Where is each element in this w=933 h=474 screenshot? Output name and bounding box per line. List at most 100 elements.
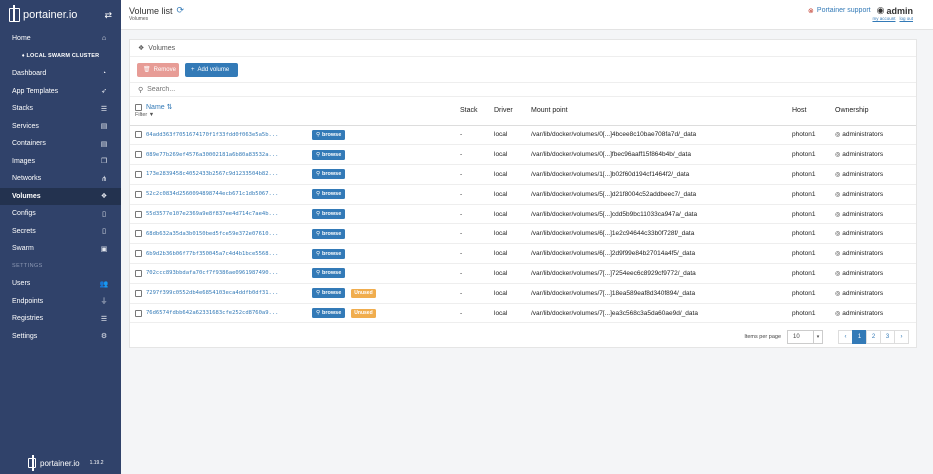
filter-toggle[interactable]: Filter ▼ (135, 112, 460, 118)
column-ownership[interactable]: Ownership (835, 97, 916, 126)
column-name: Name ⇅ Filter ▼ (130, 97, 460, 126)
search-icon: ⚲ (316, 191, 321, 198)
unused-badge: Unused (351, 288, 376, 298)
sidebar-nav: Home ⌂ ♦ LOCAL SWARM CLUSTER Dashboard ◔ App … (0, 30, 121, 345)
eye-slash-icon: ◎ (835, 290, 841, 297)
select-all-checkbox[interactable] (135, 103, 142, 111)
brand-logo[interactable]: portainer.io (9, 5, 77, 22)
volume-name-link[interactable]: 76d6574fdbb642a62331683cfe252cd8760a9... (146, 310, 308, 316)
volume-name-link[interactable]: 702ccc893bbdafa70cf7f9386ae0961987490... (146, 270, 308, 276)
list-icon: ☰ (100, 105, 108, 113)
sidebar-item-services[interactable]: Services ▤ (0, 118, 121, 136)
browse-button[interactable]: ⚲ browse (312, 129, 346, 140)
sidebar-item-secrets[interactable]: Secrets ▯ (0, 223, 121, 241)
sidebar-item-label: Registries (12, 315, 44, 323)
page-prev-button[interactable]: ‹ (838, 330, 853, 344)
volume-name-link[interactable]: 7297f399c0552db4e6854103eca4ddfb0df31... (146, 290, 308, 296)
row-checkbox[interactable] (135, 151, 142, 159)
support-link[interactable]: ⊗ Portainer support (808, 7, 871, 15)
row-checkbox[interactable] (135, 190, 142, 198)
column-driver[interactable]: Driver (494, 97, 531, 126)
browse-button[interactable]: ⚲ browse (312, 308, 346, 319)
sidebar-item-label: Settings (12, 332, 38, 340)
user-secret-icon: ▯ (102, 228, 106, 236)
browse-button[interactable]: ⚲ browse (312, 209, 346, 220)
cell-name: 76d6574fdbb642a62331683cfe252cd8760a9...… (130, 303, 460, 324)
column-stack[interactable]: Stack (460, 97, 494, 126)
cell-driver: local (494, 125, 531, 146)
log-out-link[interactable]: log out (899, 16, 913, 21)
my-account-link[interactable]: my account (872, 16, 895, 21)
page-next-button[interactable]: › (894, 330, 909, 344)
browse-button[interactable]: ⚲ browse (312, 248, 346, 259)
column-mount-point[interactable]: Mount point (531, 97, 792, 126)
volume-name-link[interactable]: 68db632a35da3b0150bed5fce59e372e07610... (146, 231, 308, 237)
footer-logo-icon (28, 455, 36, 471)
sidebar-item-endpoints[interactable]: Endpoints ⏚ (0, 293, 121, 311)
cell-name: 55d3577e107e2369a9e8f837ee4d714c7ae4b...… (130, 204, 460, 225)
sidebar-item-swarm[interactable]: Swarm ▣ (0, 240, 121, 258)
volume-name-link[interactable]: 04add363f7051674170f1f33fdd0f063e5a5b... (146, 132, 308, 138)
cell-mount-point: /var/lib/docker/volumes/5[...]d21f8004c5… (531, 184, 792, 205)
browse-button[interactable]: ⚲ browse (312, 169, 346, 180)
sidebar-item-users[interactable]: Users 👥 (0, 275, 121, 293)
cell-stack: - (460, 263, 494, 284)
support-icon: ⊗ (808, 7, 814, 15)
table-header-row: Name ⇅ Filter ▼ Stack Driver Mount point… (130, 97, 916, 126)
row-checkbox[interactable] (135, 250, 142, 258)
volume-name-link[interactable]: 089e77b269ef4576a30002181a6b80a83532a... (146, 152, 308, 158)
sidebar-item-configs[interactable]: Configs ▯ (0, 205, 121, 223)
row-checkbox[interactable] (135, 210, 142, 218)
sidebar-item-containers[interactable]: Containers ▤ (0, 135, 121, 153)
sidebar-item-settings[interactable]: Settings ⚙ (0, 328, 121, 346)
row-checkbox[interactable] (135, 230, 142, 238)
search-icon: ⚲ (138, 86, 144, 94)
volume-name-link[interactable]: 6b9d2b36b06f77bf350045a7c4d4b1bce5568... (146, 251, 308, 257)
ownership-label: administrators (842, 170, 884, 178)
sidebar-item-images[interactable]: Images ❐ (0, 153, 121, 171)
cell-name: 52c2c0834d2560094898744ecb671c1db5067...… (130, 184, 460, 205)
sidebar-toggle-icon[interactable]: ⇄ (104, 10, 112, 21)
row-checkbox[interactable] (135, 269, 142, 277)
volume-name-link[interactable]: 52c2c0834d2560094898744ecb671c1db5067... (146, 191, 308, 197)
column-host[interactable]: Host (792, 97, 835, 126)
volume-name-link[interactable]: 55d3577e107e2369a9e8f837ee4d714c7ae4b... (146, 211, 308, 217)
sidebar-item-networks[interactable]: Networks ⋔ (0, 170, 121, 188)
page-3-button[interactable]: 3 (880, 330, 895, 344)
sidebar-item-home[interactable]: Home ⌂ (0, 30, 121, 48)
cell-host: photon1 (792, 125, 835, 146)
row-checkbox[interactable] (135, 289, 142, 297)
sidebar-item-dashboard[interactable]: Dashboard ◔ (0, 65, 121, 83)
volume-name-link[interactable]: 173e2839458c4052433b2567c9d1233504b82... (146, 171, 308, 177)
browse-button[interactable]: ⚲ browse (312, 228, 346, 239)
cell-ownership: ◎ administrators (835, 283, 916, 304)
browse-button[interactable]: ⚲ browse (312, 268, 346, 279)
sidebar-item-stacks[interactable]: Stacks ☰ (0, 100, 121, 118)
cell-driver: local (494, 243, 531, 265)
remove-button[interactable]: 🗑 Remove (137, 62, 179, 77)
cell-host: photon1 (792, 204, 835, 225)
sidebar-item-app-templates[interactable]: App Templates ➶ (0, 83, 121, 101)
row-checkbox[interactable] (135, 309, 142, 317)
row-checkbox[interactable] (135, 131, 142, 139)
search-icon: ⚲ (316, 230, 321, 237)
sidebar-item-label: Images (12, 157, 35, 165)
browse-button[interactable]: ⚲ browse (312, 149, 346, 160)
add-volume-label: Add volume (197, 66, 230, 73)
row-checkbox[interactable] (135, 170, 142, 178)
browse-button[interactable]: ⚲ browse (312, 288, 346, 299)
search-icon: ⚲ (316, 171, 321, 178)
browse-button[interactable]: ⚲ browse (312, 189, 346, 200)
page-1-button[interactable]: 1 (852, 330, 867, 344)
page-2-button[interactable]: 2 (866, 330, 881, 344)
cell-mount-point: /var/lib/docker/volumes/7[...]7254eec6c8… (531, 263, 792, 284)
search-icon: ⚲ (316, 211, 321, 218)
search-input[interactable] (147, 86, 348, 93)
refresh-icon[interactable]: ⟳ (177, 5, 185, 16)
sidebar-item-registries[interactable]: Registries ☰ (0, 310, 121, 328)
add-volume-button[interactable]: + Add volume (185, 62, 238, 77)
items-per-page-select[interactable]: 10 ▾ (787, 330, 823, 344)
sidebar-item-volumes[interactable]: Volumes ❖ (0, 187, 121, 205)
sort-name-link[interactable]: Name ⇅ (146, 104, 173, 111)
sidebar-item-label: Containers (12, 140, 46, 148)
